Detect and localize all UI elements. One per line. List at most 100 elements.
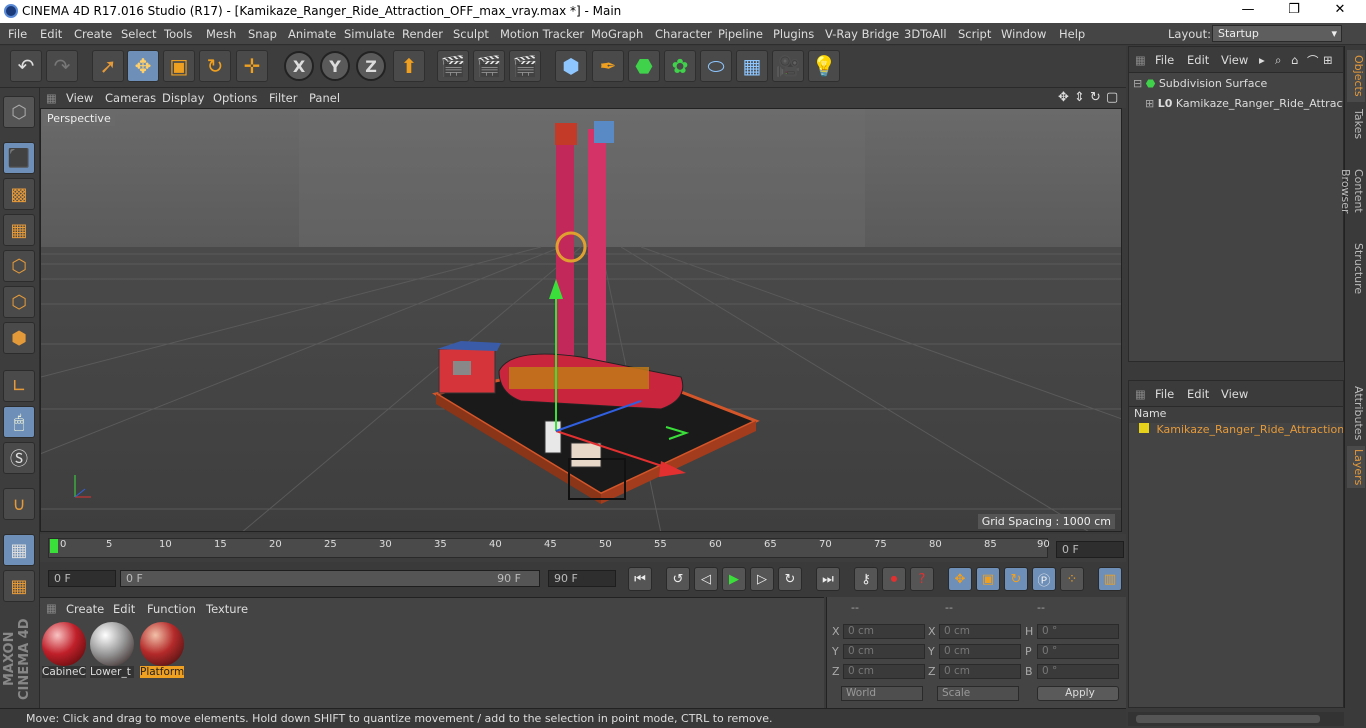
frame-range-slider[interactable]: 0 F 90 F (120, 570, 540, 587)
floor-button[interactable]: ▦ (736, 50, 768, 82)
material-swatch-selected[interactable]: Platform (140, 622, 184, 678)
viewport-menu-filter[interactable]: Filter (269, 91, 297, 105)
go-to-end-button[interactable]: ⏭ (816, 567, 840, 591)
menu-tools[interactable]: Tools (164, 27, 192, 41)
horizontal-scrollbar[interactable] (1128, 712, 1344, 726)
z-axis-button[interactable]: Z (356, 51, 386, 81)
point-level-button[interactable]: ⁘ (1060, 567, 1084, 591)
rotate-tool-button[interactable]: ↻ (199, 50, 231, 82)
position-y-field[interactable]: 0 cm (843, 644, 925, 659)
coordinate-space-select[interactable]: World (841, 686, 923, 701)
axis-mode-button[interactable]: ∟ (3, 370, 35, 402)
expand-icon[interactable]: ⊞ (1145, 97, 1154, 110)
next-frame-button[interactable]: ▷ (750, 567, 774, 591)
timeline-ruler[interactable]: 0 5 10 15 20 25 30 35 40 45 50 55 60 65 … (40, 534, 1126, 562)
last-tool-button[interactable]: ✛ (236, 50, 268, 82)
material-swatch[interactable]: Lower_t (90, 622, 134, 678)
position-x-field[interactable]: 0 cm (843, 624, 925, 639)
rotation-key-button[interactable]: ↻ (1004, 567, 1028, 591)
objects-menu-edit[interactable]: Edit (1187, 53, 1209, 67)
tab-layers[interactable]: Layers (1347, 446, 1365, 488)
subdivision-button[interactable]: ⬣ (628, 50, 660, 82)
objects-menu-view[interactable]: View (1221, 53, 1248, 67)
next-key-button[interactable]: ↻ (778, 567, 802, 591)
play-button[interactable]: ▶ (722, 567, 746, 591)
menu-render[interactable]: Render (402, 27, 443, 41)
menu-create[interactable]: Create (74, 27, 112, 41)
tab-content-browser[interactable]: Content Browser (1339, 146, 1365, 236)
menu-plugins[interactable]: Plugins (773, 27, 814, 41)
end-frame-field[interactable]: 90 F (548, 570, 616, 587)
objects-menu-file[interactable]: File (1155, 53, 1174, 67)
menu-pipeline[interactable]: Pipeline (718, 27, 763, 41)
go-to-start-button[interactable]: ⏮ (628, 567, 652, 591)
size-z-field[interactable]: 0 cm (939, 664, 1021, 679)
menu-animate[interactable]: Animate (288, 27, 336, 41)
material-menu-create[interactable]: Create (66, 602, 104, 616)
edges-mode-button[interactable]: ⬡ (3, 286, 35, 318)
move-tool-button[interactable]: ✥ (127, 50, 159, 82)
record-active-button[interactable]: ⚷ (854, 567, 878, 591)
snap-button[interactable]: ∪ (3, 488, 35, 520)
minimize-button[interactable]: — (1225, 2, 1271, 20)
scrollbar-thumb[interactable] (1136, 715, 1320, 723)
timeline-window-button[interactable]: ▥ (1098, 567, 1122, 591)
material-menu-function[interactable]: Function (147, 602, 196, 616)
coordinate-system-button[interactable]: ⬆ (393, 50, 425, 82)
viewport-menu-cameras[interactable]: Cameras (105, 91, 156, 105)
pen-button[interactable]: ✒ (592, 50, 624, 82)
close-button[interactable]: ✕ (1317, 2, 1363, 20)
material-menu-texture[interactable]: Texture (206, 602, 248, 616)
points-mode-button[interactable]: ⬡ (3, 250, 35, 282)
previous-key-button[interactable]: ↺ (666, 567, 690, 591)
model-mode-button[interactable]: ⬛ (3, 142, 35, 174)
menu-motion-tracker[interactable]: Motion Tracker (500, 27, 584, 41)
make-editable-button[interactable]: ⬡ (3, 96, 35, 128)
parameter-key-button[interactable]: Ⓟ (1032, 567, 1056, 591)
tweak-mode-button[interactable]: 🖱 (3, 406, 35, 438)
bookmark-icon[interactable]: ⌒ (1307, 53, 1319, 69)
scale-key-button[interactable]: ▣ (976, 567, 1000, 591)
tree-item-subdivision[interactable]: ⊟ ⬣ Subdivision Surface (1133, 77, 1267, 90)
texture-mode-button[interactable]: ▩ (3, 178, 35, 210)
viewport-menu-panel[interactable]: Panel (309, 91, 340, 105)
layer-color-swatch[interactable] (1139, 423, 1149, 433)
live-selection-button[interactable]: ➚ (92, 50, 124, 82)
viewport-menu-options[interactable]: Options (213, 91, 257, 105)
menu-snap[interactable]: Snap (248, 27, 277, 41)
workplane-mode-button[interactable]: ▦ (3, 214, 35, 246)
menu-character[interactable]: Character (655, 27, 712, 41)
previous-frame-button[interactable]: ◁ (694, 567, 718, 591)
tree-item-kamikaze[interactable]: ⊞ L0 Kamikaze_Ranger_Ride_Attractio (1145, 97, 1343, 110)
menu-script[interactable]: Script (958, 27, 991, 41)
menu-window[interactable]: Window (1001, 27, 1046, 41)
arrow-right-icon[interactable]: ▸ (1259, 53, 1265, 67)
tab-structure[interactable]: Structure (1347, 240, 1365, 298)
layout-select[interactable]: Startup ▾ (1212, 25, 1342, 42)
tab-attributes[interactable]: Attributes (1347, 382, 1365, 444)
polygons-mode-button[interactable]: ⬢ (3, 322, 35, 354)
x-axis-button[interactable]: X (284, 51, 314, 81)
layers-menu-view[interactable]: View (1221, 387, 1248, 401)
workplane-snap-button[interactable]: ▦ (3, 534, 35, 566)
start-frame-field[interactable]: 0 F (48, 570, 116, 587)
layers-menu-edit[interactable]: Edit (1187, 387, 1209, 401)
viewport-3d[interactable]: Perspective Grid Spacing : 1000 cm (40, 108, 1122, 532)
render-picture-viewer-button[interactable]: 🎬 (473, 50, 505, 82)
keyframe-selection-button[interactable]: ? (910, 567, 934, 591)
undo-button[interactable]: ↶ (10, 50, 42, 82)
rotation-h-field[interactable]: 0 ° (1037, 624, 1119, 639)
material-menu-edit[interactable]: Edit (113, 602, 135, 616)
size-y-field[interactable]: 0 cm (939, 644, 1021, 659)
position-key-button[interactable]: ✥ (948, 567, 972, 591)
light-button[interactable]: 💡 (808, 50, 840, 82)
playhead[interactable] (50, 539, 58, 553)
menu-help[interactable]: Help (1059, 27, 1085, 41)
locked-workplane-button[interactable]: ▦ (3, 570, 35, 602)
render-view-button[interactable]: 🎬 (437, 50, 469, 82)
menu-3dtoall[interactable]: 3DToAll (904, 27, 947, 41)
search-icon[interactable]: ⌕ (1275, 53, 1281, 68)
pan-view-icon[interactable]: ✥ (1058, 90, 1069, 105)
size-x-field[interactable]: 0 cm (939, 624, 1021, 639)
maximize-view-icon[interactable]: ▢ (1106, 90, 1118, 105)
